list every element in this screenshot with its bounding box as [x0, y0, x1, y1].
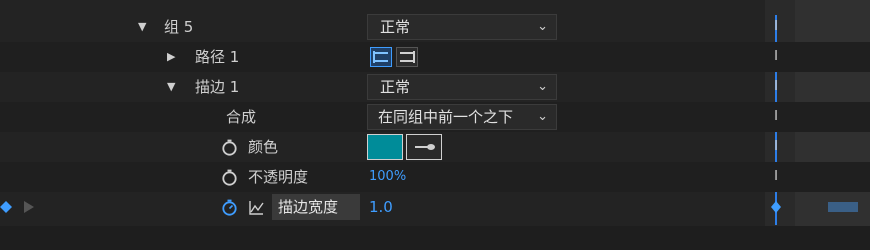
- eyedropper-icon: [415, 144, 435, 150]
- stopwatch-icon[interactable]: [221, 169, 238, 186]
- property-row-stroke-width[interactable]: 描边宽度 1.0: [0, 192, 870, 222]
- keyframe-marker: I: [774, 79, 778, 94]
- stroke-blend-dropdown[interactable]: 正常 ⌄: [367, 74, 557, 100]
- layer-row-group5[interactable]: ▼ 组 5 正常 ⌄ I: [0, 12, 870, 42]
- blend-mode-dropdown[interactable]: 正常 ⌄: [367, 14, 557, 40]
- color-swatch[interactable]: [367, 134, 403, 160]
- stroke-width-label-box[interactable]: 描边宽度: [272, 194, 360, 220]
- path-direction-icon[interactable]: [370, 47, 392, 67]
- keyframe-diamond-icon[interactable]: [771, 201, 781, 213]
- chevron-down-icon: ⌄: [537, 79, 548, 94]
- keyframe-label-block: [828, 202, 858, 212]
- property-row-composite[interactable]: 合成 在同组中前一个之下 ⌄ I: [0, 102, 870, 132]
- next-keyframe-icon[interactable]: [24, 201, 34, 213]
- chevron-down-icon: ⌄: [537, 109, 548, 124]
- keyframe-marker: I: [774, 169, 778, 184]
- opacity-value[interactable]: 100%: [369, 162, 406, 192]
- blend-mode-value: 正常: [380, 78, 411, 96]
- stroke-width-label: 描边宽度: [278, 198, 339, 216]
- composite-value: 在同组中前一个之下: [378, 108, 514, 126]
- eyedropper-button[interactable]: [406, 134, 442, 160]
- triangle-down-icon[interactable]: ▼: [167, 72, 175, 102]
- composite-label: 合成: [226, 108, 257, 126]
- group-name: 组 5: [164, 18, 194, 36]
- color-label: 颜色: [248, 138, 279, 156]
- keyframe-marker: I: [774, 109, 778, 124]
- layer-row-path1[interactable]: ▶ 路径 1 I: [0, 42, 870, 72]
- layer-row-stroke1[interactable]: ▼ 描边 1 正常 ⌄ I: [0, 72, 870, 102]
- path-reverse-icon[interactable]: [396, 47, 418, 67]
- property-row-color[interactable]: 颜色 I: [0, 132, 870, 162]
- opacity-label: 不透明度: [248, 168, 309, 186]
- composite-dropdown[interactable]: 在同组中前一个之下 ⌄: [367, 104, 557, 130]
- blend-mode-value: 正常: [380, 18, 411, 36]
- graph-icon[interactable]: [248, 199, 265, 216]
- next-row-cutoff: [0, 226, 870, 250]
- stroke-name: 描边 1: [195, 78, 240, 96]
- keyframe-marker: I: [774, 49, 778, 64]
- stopwatch-icon[interactable]: [221, 139, 238, 156]
- property-row-opacity[interactable]: 不透明度 100% I: [0, 162, 870, 192]
- keyframe-marker: I: [774, 139, 778, 154]
- path-name: 路径 1: [195, 48, 240, 66]
- triangle-down-icon[interactable]: ▼: [138, 12, 146, 42]
- triangle-right-icon[interactable]: ▶: [167, 42, 175, 72]
- stroke-width-value[interactable]: 1.0: [369, 192, 393, 222]
- keyframe-marker: I: [774, 19, 778, 34]
- keyframe-nav-diamond-icon[interactable]: [0, 201, 12, 213]
- stopwatch-active-icon[interactable]: [221, 199, 238, 216]
- chevron-down-icon: ⌄: [537, 19, 548, 34]
